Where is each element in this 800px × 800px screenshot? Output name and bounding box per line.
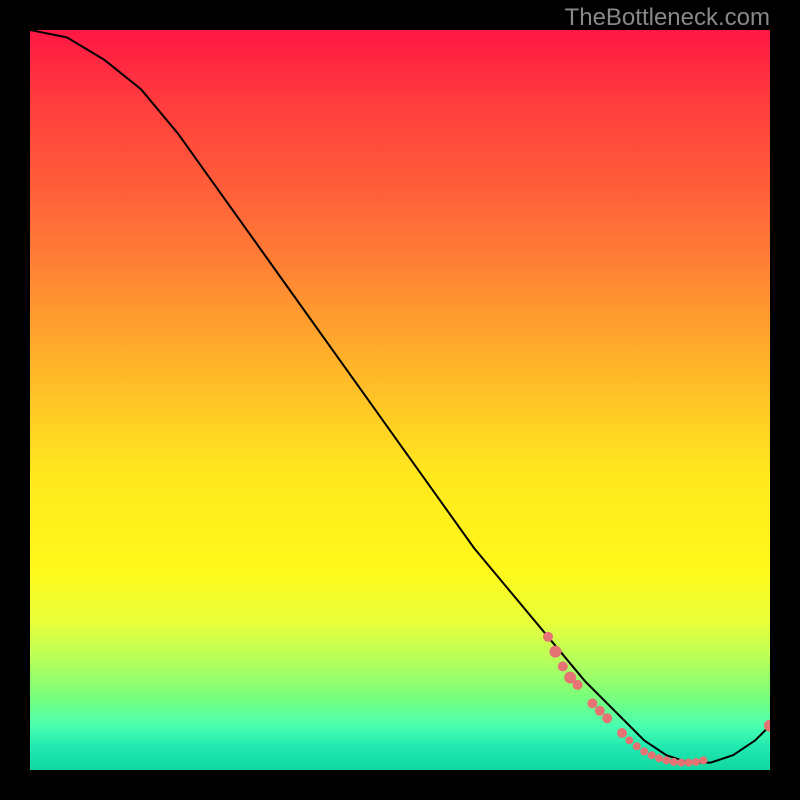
chart-plot-area: [30, 30, 770, 770]
watermark-text: TheBottleneck.com: [565, 4, 770, 32]
chart-marker: [640, 748, 648, 756]
chart-svg: [30, 30, 770, 770]
chart-marker: [564, 672, 576, 684]
chart-marker: [625, 736, 633, 744]
chart-marker: [573, 680, 583, 690]
chart-marker: [662, 756, 670, 764]
chart-marker: [543, 632, 553, 642]
chart-marker: [764, 720, 770, 732]
chart-marker: [602, 713, 612, 723]
bottleneck-curve: [30, 30, 770, 763]
chart-marker: [595, 706, 605, 716]
chart-marker: [692, 758, 700, 766]
chart-marker: [587, 698, 597, 708]
chart-marker: [655, 754, 663, 762]
chart-marker: [617, 728, 627, 738]
chart-marker: [558, 661, 568, 671]
chart-marker: [549, 646, 561, 658]
chart-marker: [670, 758, 678, 766]
chart-marker: [677, 759, 685, 767]
chart-marker: [633, 742, 641, 750]
chart-marker: [648, 751, 656, 759]
chart-markers: [543, 632, 770, 767]
chart-marker: [685, 759, 693, 767]
chart-marker: [699, 756, 707, 764]
